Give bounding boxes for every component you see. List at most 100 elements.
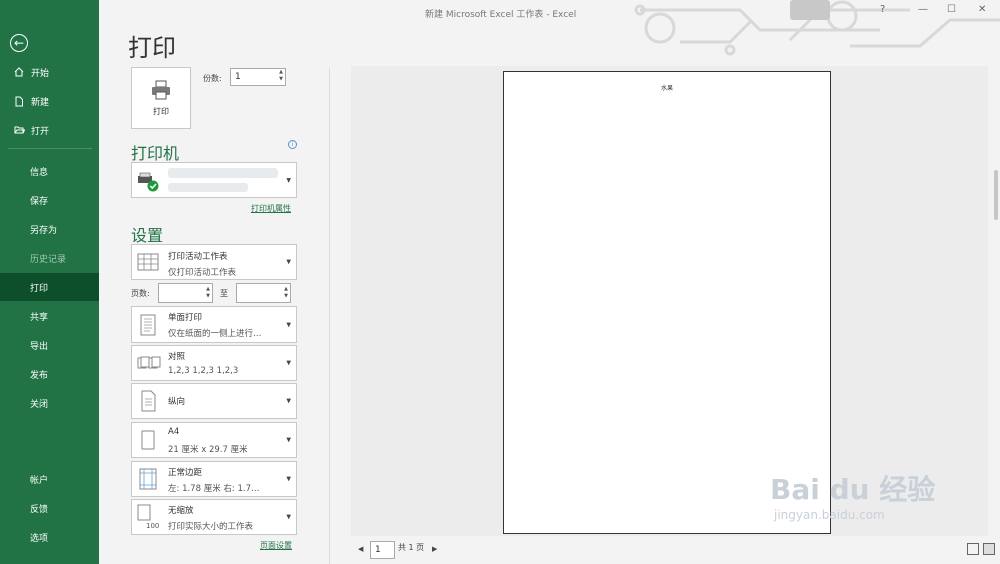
sides-desc: 仅在纸面的一侧上进行… bbox=[168, 329, 262, 339]
chevron-down-icon: ▼ bbox=[286, 513, 291, 521]
page-title: 打印 bbox=[128, 34, 176, 62]
nav-print-label: 打印 bbox=[30, 283, 49, 294]
collation-desc: 1,2,3 1,2,3 1,2,3 bbox=[168, 366, 239, 376]
nav-open-label: 打开 bbox=[31, 126, 50, 137]
margins-desc: 左: 1.78 厘米 右: 1.7… bbox=[168, 484, 260, 494]
nav-print[interactable]: 打印 bbox=[0, 273, 99, 301]
watermark-brand: Bai du 经验 bbox=[770, 473, 936, 506]
previous-page-button[interactable]: ◀ bbox=[358, 545, 363, 553]
printer-icon bbox=[152, 80, 170, 99]
print-what-dropdown[interactable]: 打印活动工作表 仅打印活动工作表 ▼ bbox=[131, 244, 297, 280]
nav-history: 历史记录 bbox=[0, 244, 99, 272]
watermark-url: jingyan.baidu.com bbox=[774, 508, 885, 522]
margins-value: 正常边距 bbox=[168, 468, 203, 478]
nav-save-as[interactable]: 另存为 bbox=[0, 215, 99, 243]
printer-dropdown[interactable]: ▼ bbox=[131, 162, 297, 198]
portrait-icon bbox=[141, 390, 156, 412]
pages-from-spinner[interactable]: ▲ ▼ bbox=[158, 283, 213, 303]
current-page-input[interactable]: 1 bbox=[370, 541, 395, 559]
nav-close-label: 关闭 bbox=[30, 399, 49, 410]
watermark: Bai du 经验 jingyan.baidu.com bbox=[770, 468, 935, 522]
orientation-value: 纵向 bbox=[168, 397, 186, 407]
copies-spinner[interactable]: 1 ▲ ▼ bbox=[230, 68, 286, 86]
sides-value: 单面打印 bbox=[168, 313, 203, 323]
pane-divider bbox=[329, 68, 330, 564]
chevron-down-icon: ▼ bbox=[286, 359, 291, 367]
pages-to-label: 至 bbox=[220, 289, 228, 298]
paper-size-dropdown[interactable]: A4 21 厘米 x 29.7 厘米 ▼ bbox=[131, 422, 297, 458]
orientation-dropdown[interactable]: 纵向 ▼ bbox=[131, 383, 297, 419]
chevron-down-icon: ▼ bbox=[286, 397, 291, 405]
copies-value: 1 bbox=[235, 72, 241, 82]
nav-share-label: 共享 bbox=[30, 312, 49, 323]
nav-home[interactable]: 开始 bbox=[0, 58, 99, 86]
settings-heading: 设置 bbox=[131, 226, 164, 245]
collation-dropdown[interactable]: 对照 1,2,3 1,2,3 1,2,3 ▼ bbox=[131, 345, 297, 381]
redacted-printer-name bbox=[168, 168, 278, 178]
scaling-value: 无缩放 bbox=[168, 506, 194, 516]
redacted-account bbox=[790, 0, 830, 20]
total-pages-label: 共 1 页 bbox=[398, 543, 425, 552]
scrollbar-thumb[interactable] bbox=[994, 170, 998, 220]
zoom-to-page-button[interactable] bbox=[983, 543, 995, 555]
nav-feedback[interactable]: 反馈 bbox=[0, 494, 99, 522]
chevron-down-icon: ▼ bbox=[286, 177, 291, 184]
next-page-button[interactable]: ▶ bbox=[432, 545, 437, 553]
preview-page: 水果 bbox=[503, 71, 831, 534]
nav-share[interactable]: 共享 bbox=[0, 302, 99, 330]
chevron-down-icon: ▼ bbox=[286, 321, 291, 328]
nav-new-label: 新建 bbox=[31, 97, 50, 108]
info-icon[interactable]: i bbox=[288, 140, 297, 149]
printer-properties-link[interactable]: 打印机属性 bbox=[251, 203, 291, 214]
maximize-button[interactable]: ☐ bbox=[947, 4, 956, 15]
spinner-arrows-icon[interactable]: ▲ ▼ bbox=[279, 69, 283, 83]
nav-export-label: 导出 bbox=[30, 341, 49, 352]
nav-publish-label: 发布 bbox=[30, 370, 49, 381]
nav-close[interactable]: 关闭 bbox=[0, 389, 99, 417]
close-button[interactable]: ✕ bbox=[978, 4, 986, 15]
no-scaling-icon: 100 bbox=[137, 504, 159, 530]
nav-save[interactable]: 保存 bbox=[0, 186, 99, 214]
svg-text:100: 100 bbox=[146, 522, 159, 530]
worksheet-icon bbox=[137, 253, 159, 271]
printer-ready-icon bbox=[138, 172, 159, 192]
home-icon bbox=[11, 67, 27, 77]
paper-size-value: A4 bbox=[168, 427, 180, 437]
nav-options[interactable]: 选项 bbox=[0, 523, 99, 551]
show-margins-button[interactable] bbox=[967, 543, 979, 555]
nav-account-label: 帐户 bbox=[30, 475, 49, 486]
print-button-label: 打印 bbox=[153, 106, 169, 116]
copies-label: 份数: bbox=[203, 74, 222, 83]
print-button[interactable]: 打印 bbox=[131, 67, 191, 129]
open-folder-icon bbox=[11, 125, 27, 135]
paper-size-icon bbox=[141, 430, 155, 450]
print-what-desc: 仅打印活动工作表 bbox=[168, 268, 237, 278]
nav-open[interactable]: 打开 bbox=[0, 116, 99, 144]
page-setup-link[interactable]: 页面设置 bbox=[260, 540, 292, 551]
chevron-down-icon: ▼ bbox=[286, 436, 291, 444]
chevron-down-icon: ▼ bbox=[286, 475, 291, 483]
pages-label: 页数: bbox=[131, 289, 150, 298]
margins-icon bbox=[139, 468, 157, 490]
spinner-arrows-icon[interactable]: ▲ ▼ bbox=[284, 286, 288, 300]
pages-to-spinner[interactable]: ▲ ▼ bbox=[236, 283, 291, 303]
nav-publish[interactable]: 发布 bbox=[0, 360, 99, 388]
help-button[interactable]: ? bbox=[880, 4, 885, 15]
printer-heading: 打印机 bbox=[131, 144, 180, 163]
nav-new[interactable]: 新建 bbox=[0, 87, 99, 115]
margins-dropdown[interactable]: 正常边距 左: 1.78 厘米 右: 1.7… ▼ bbox=[131, 461, 297, 497]
minimize-button[interactable]: — bbox=[918, 4, 928, 15]
chevron-down-icon: ▼ bbox=[286, 258, 291, 266]
nav-feedback-label: 反馈 bbox=[30, 504, 49, 515]
redacted-printer-status bbox=[168, 183, 248, 192]
nav-account[interactable]: 帐户 bbox=[0, 465, 99, 493]
scaling-dropdown[interactable]: 100 无缩放 打印实际大小的工作表 ▼ bbox=[131, 499, 297, 535]
spinner-arrows-icon[interactable]: ▲ ▼ bbox=[206, 286, 210, 300]
nav-export[interactable]: 导出 bbox=[0, 331, 99, 359]
window-title: 新建 Microsoft Excel 工作表 - Excel bbox=[425, 10, 577, 20]
nav-info[interactable]: 信息 bbox=[0, 157, 99, 185]
sides-dropdown[interactable]: 单面打印 仅在纸面的一侧上进行… ▼ bbox=[131, 306, 297, 343]
new-file-icon bbox=[11, 96, 27, 107]
nav-home-label: 开始 bbox=[31, 68, 50, 79]
back-button[interactable]: ← bbox=[10, 34, 28, 52]
